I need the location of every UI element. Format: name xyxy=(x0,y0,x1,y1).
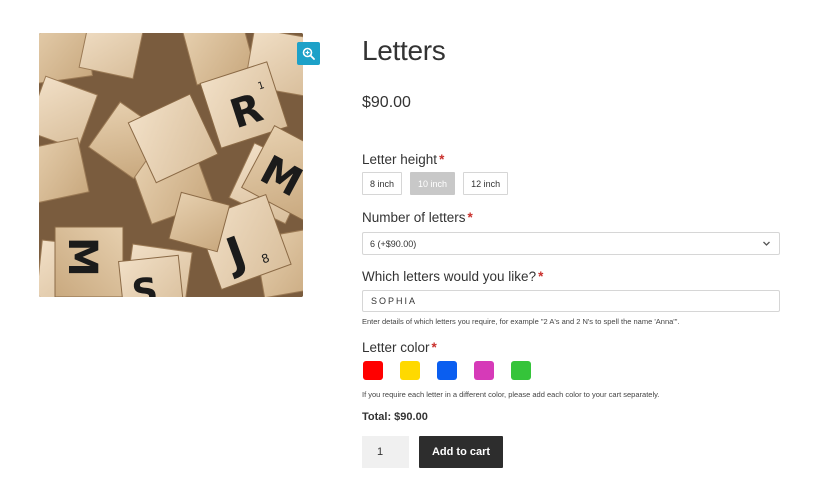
swatch-green[interactable] xyxy=(511,361,531,380)
which-letters-help: Enter details of which letters you requi… xyxy=(362,317,680,326)
height-option-10-inch[interactable]: 10 inch xyxy=(410,172,456,195)
quantity-input[interactable]: 1 xyxy=(362,436,409,468)
letter-color-label: Letter color * xyxy=(362,340,437,355)
which-letters-label: Which letters would you like? * xyxy=(362,269,543,284)
svg-text:S: S xyxy=(130,271,160,297)
required-mark: * xyxy=(439,152,445,167)
product-title: Letters xyxy=(362,35,446,66)
number-of-letters-select[interactable]: 6 (+$90.00) xyxy=(362,232,780,255)
add-to-cart-button[interactable]: Add to cart xyxy=(419,436,503,468)
total-price: Total: $90.00 xyxy=(362,411,428,423)
letter-color-help: If you require each letter in a differen… xyxy=(362,390,660,399)
number-of-letters-label-text: Number of letters xyxy=(362,210,466,225)
letter-height-label: Letter height * xyxy=(362,152,444,167)
chevron-down-icon xyxy=(763,241,770,246)
letter-height-label-text: Letter height xyxy=(362,152,438,167)
required-mark: * xyxy=(431,340,437,355)
swatch-magenta[interactable] xyxy=(474,361,494,380)
swatch-blue[interactable] xyxy=(437,361,457,380)
scrabble-tiles-photo: R 1 M J 8 M S xyxy=(39,33,303,297)
swatch-yellow[interactable] xyxy=(400,361,420,380)
height-option-8-inch[interactable]: 8 inch xyxy=(362,172,403,195)
letter-color-label-text: Letter color xyxy=(362,340,430,355)
zoom-button[interactable] xyxy=(297,42,320,65)
svg-text:M: M xyxy=(59,237,105,277)
which-letters-label-text: Which letters would you like? xyxy=(362,269,537,284)
height-option-12-inch[interactable]: 12 inch xyxy=(463,172,509,195)
required-mark: * xyxy=(538,269,544,284)
number-of-letters-value: 6 (+$90.00) xyxy=(370,238,417,249)
swatch-red[interactable] xyxy=(363,361,383,380)
which-letters-input[interactable]: SOPHIA xyxy=(362,290,780,312)
color-swatches xyxy=(363,361,531,380)
required-mark: * xyxy=(467,210,473,225)
zoom-in-icon xyxy=(302,47,315,60)
product-price: $90.00 xyxy=(362,94,411,111)
product-image[interactable]: R 1 M J 8 M S xyxy=(39,33,303,297)
letter-height-options: 8 inch 10 inch 12 inch xyxy=(362,172,509,195)
number-of-letters-label: Number of letters * xyxy=(362,210,473,225)
